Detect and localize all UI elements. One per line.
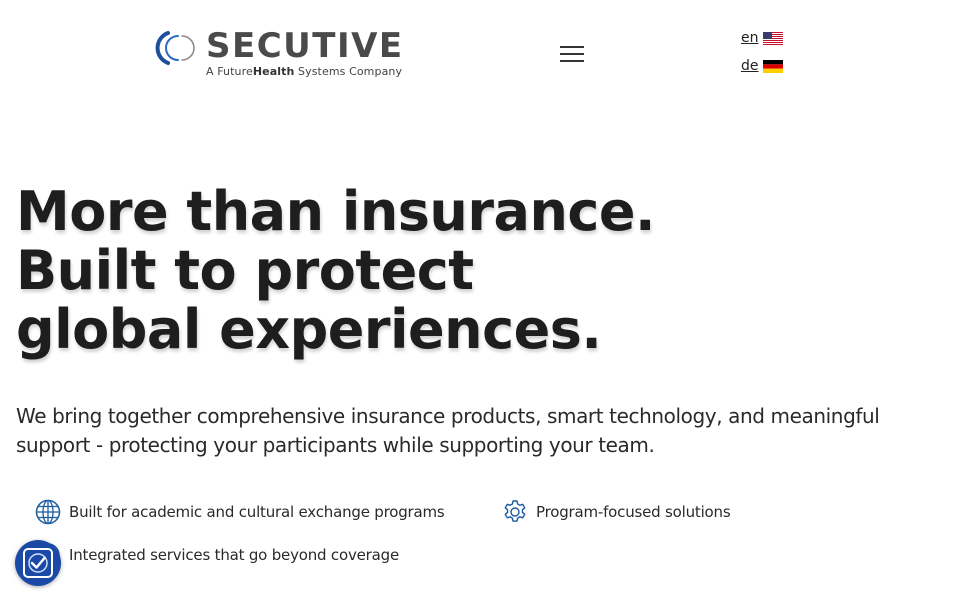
feature-item: Integrated services that go beyond cover…	[35, 542, 399, 568]
logo-wordmark: SECUTIVE	[206, 26, 404, 66]
german-flag-icon	[762, 59, 783, 73]
feature-label: Built for academic and cultural exchange…	[69, 503, 445, 521]
hero-title-line: global experiences.	[16, 298, 602, 361]
gear-icon	[504, 500, 526, 522]
us-flag-icon	[762, 31, 783, 45]
language-de-link[interactable]: de	[741, 58, 783, 74]
hero-subtitle: We bring together comprehensive insuranc…	[16, 404, 880, 457]
feature-item: Built for academic and cultural exchange…	[35, 499, 445, 525]
hero-title-line: More than insurance.	[16, 180, 656, 243]
feature-label: Program-focused solutions	[536, 503, 731, 521]
language-en-link[interactable]: en	[741, 30, 783, 46]
secutive-logo[interactable]: SECUTIVE A FutureHealth Systems Company	[154, 26, 406, 82]
feature-label: Integrated services that go beyond cover…	[69, 546, 399, 564]
language-code: en	[741, 30, 759, 46]
hamburger-menu-icon[interactable]	[560, 46, 584, 62]
hero-title: More than insurance. Built to protect gl…	[16, 182, 916, 359]
hero-title-line: Built to protect	[16, 239, 474, 302]
privacy-check-icon	[23, 548, 53, 578]
globe-icon	[35, 499, 61, 525]
logo-tagline: A FutureHealth Systems Company	[206, 65, 403, 78]
logo-mark-icon	[155, 31, 195, 65]
feature-item: Program-focused solutions	[502, 499, 731, 525]
language-code: de	[741, 58, 759, 74]
privacy-consent-button[interactable]	[15, 540, 61, 586]
